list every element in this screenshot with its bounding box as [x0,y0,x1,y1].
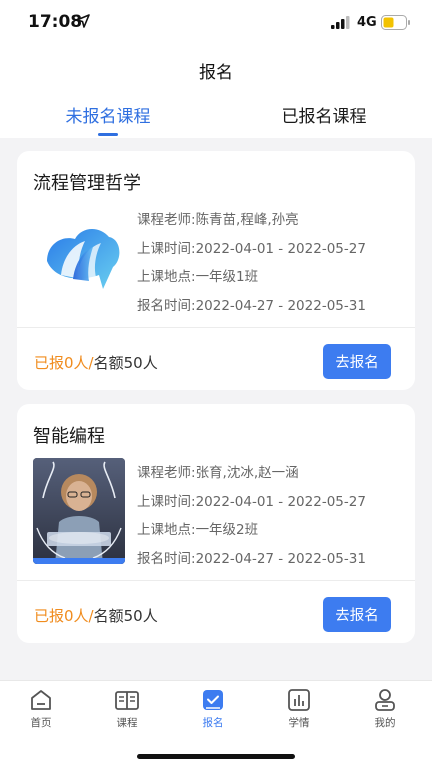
quota-text: 已报0人/名额50人 [34,605,158,626]
user-icon [375,689,395,711]
tabbar-label-courses: 课程 [116,717,138,729]
quota-total: 名额50人 [93,354,158,372]
signal-icon [331,16,350,29]
tab-enrolled[interactable]: 已报名课程 [216,102,432,127]
tabbar-item-study[interactable]: 学情 [256,687,342,730]
class-time-label: 上课时间: [137,494,196,510]
enroll-time-row: 报名时间:2022-04-27 - 2022-05-31 [137,547,366,567]
course-location-row: 上课地点:一年级1班 [137,265,258,285]
quota-taken: 已报0人/ [34,354,94,372]
tabbar-item-courses[interactable]: 课程 [84,687,170,730]
quota-total: 名额50人 [93,607,158,625]
enroll-time-label: 报名时间: [137,551,196,567]
tabbar-label-me: 我的 [374,717,396,729]
course-teacher-row: 课程老师:陈青苗,程峰,孙亮 [137,208,299,228]
checkbox-icon [203,690,223,710]
teacher-value: 陈青苗,程峰,孙亮 [195,212,299,228]
bar-chart-icon [288,689,310,711]
cloud-logo-icon [47,228,120,289]
course-tabs: 未报名课程 已报名课程 [0,90,432,138]
course-card[interactable]: 流程管理哲学 课程老师:陈青苗,程峰,孙亮 上课时间:2022-04-01 - … [17,151,415,390]
child-coding-photo-icon [33,458,125,564]
enroll-time-row: 报名时间:2022-04-27 - 2022-05-31 [137,294,366,314]
tab-unenrolled[interactable]: 未报名课程 [0,102,216,127]
quota-text: 已报0人/名额50人 [34,352,158,373]
quota-taken: 已报0人/ [34,607,94,625]
location-label: 上课地点: [137,522,196,538]
card-divider [17,327,415,328]
enroll-time-value: 2022-04-27 - 2022-05-31 [195,551,366,567]
location-value: 一年级2班 [195,522,259,538]
course-card[interactable]: 智能编程 课程老师:张育,沈冰,赵一涵 上课时间:2022-04-01 - 20… [17,404,415,643]
class-time-label: 上课时间: [137,241,196,257]
course-location-row: 上课地点:一年级2班 [137,518,258,538]
enroll-time-value: 2022-04-27 - 2022-05-31 [195,298,366,314]
class-time-value: 2022-04-01 - 2022-05-27 [195,241,366,257]
enroll-time-label: 报名时间: [137,298,196,314]
teacher-value: 张育,沈冰,赵一涵 [195,465,299,481]
tabbar-item-me[interactable]: 我的 [342,687,428,730]
course-thumbnail-photo [33,458,125,564]
location-value: 一年级1班 [195,269,259,285]
tabbar-label-study: 学情 [288,717,310,729]
tabbar-label-home: 首页 [30,717,52,729]
class-time-value: 2022-04-01 - 2022-05-27 [195,494,366,510]
network-type: 4G [357,15,377,30]
status-bar: 17:08 4G [0,0,432,48]
course-time-row: 上课时间:2022-04-01 - 2022-05-27 [137,490,366,510]
teacher-label: 课程老师: [137,212,196,228]
course-teacher-row: 课程老师:张育,沈冰,赵一涵 [137,461,299,481]
nav-bar: 报名 [0,48,432,90]
enroll-button[interactable]: 去报名 [323,597,391,632]
teacher-label: 课程老师: [137,465,196,481]
tab-indicator [98,133,118,136]
battery-icon [381,15,410,30]
tabbar-item-enroll[interactable]: 报名 [170,687,256,730]
location-label: 上课地点: [137,269,196,285]
enroll-button[interactable]: 去报名 [323,344,391,379]
book-icon [115,691,139,710]
location-arrow-icon [76,14,90,28]
tabbar-item-home[interactable]: 首页 [0,687,84,730]
course-thumbnail-cloud-logo [33,209,125,315]
home-indicator [137,754,295,759]
card-divider [17,580,415,581]
page-title: 报名 [199,63,233,83]
tabbar-label-enroll: 报名 [202,717,224,729]
course-title: 智能编程 [33,426,105,447]
course-title: 流程管理哲学 [33,173,141,194]
home-icon [31,690,51,710]
status-time: 17:08 [28,12,83,32]
course-time-row: 上课时间:2022-04-01 - 2022-05-27 [137,237,366,257]
